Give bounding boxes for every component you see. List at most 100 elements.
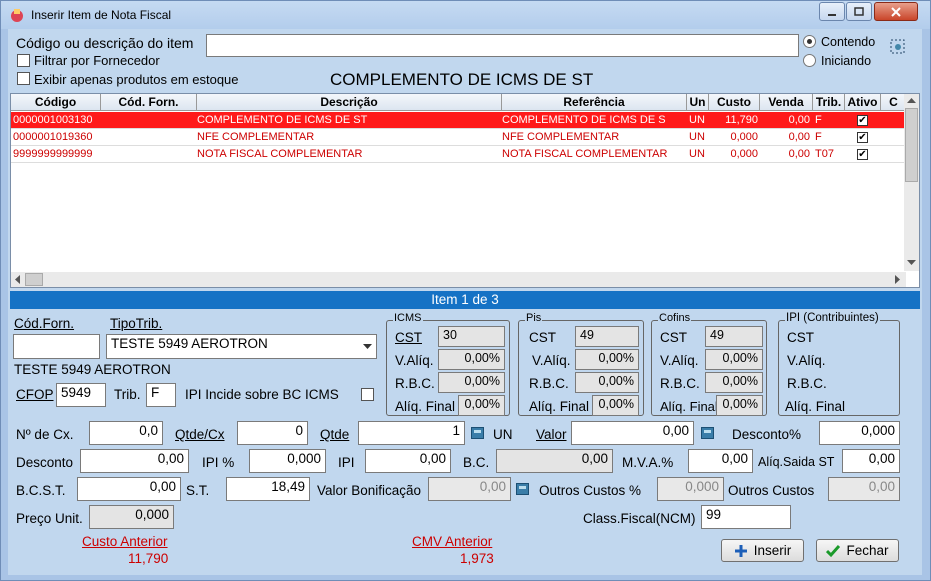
- col-header-venda[interactable]: Venda: [760, 94, 813, 111]
- icms-cst-input[interactable]: 30: [438, 326, 505, 347]
- search-label: Código ou descrição do item: [16, 35, 194, 51]
- pis-valiq-input[interactable]: 0,00%: [575, 349, 639, 370]
- ipi-pct-input[interactable]: 0,000: [249, 449, 326, 473]
- table-row[interactable]: 0000001003130 COMPLEMENTO DE ICMS DE ST …: [11, 112, 906, 129]
- selected-item-title: COMPLEMENTO DE ICMS DE ST: [330, 70, 594, 89]
- items-table[interactable]: Código Cód. Forn. Descrição Referência U…: [10, 93, 920, 288]
- col-header-custo[interactable]: Custo: [709, 94, 760, 111]
- search-input[interactable]: [206, 34, 799, 57]
- check-icon: [826, 544, 841, 557]
- minimize-button[interactable]: [819, 2, 845, 21]
- bcst-label: B.C.S.T.: [16, 483, 66, 498]
- col-header-un[interactable]: Un: [687, 94, 709, 111]
- cell-ativo-checkbox[interactable]: ✔: [857, 115, 868, 126]
- cofins-rbc-input[interactable]: 0,00%: [705, 372, 763, 393]
- qtde-unit: UN: [493, 427, 513, 442]
- filter-supplier-checkbox[interactable]: [17, 54, 30, 67]
- col-header-ativo[interactable]: Ativo: [845, 94, 881, 111]
- cofins-aliqfinal-input[interactable]: 0,00%: [716, 395, 763, 416]
- ipi-group: IPI (Contribuintes) CST V.Alíq. R.B.C. A…: [778, 312, 900, 416]
- ipi-group-title: IPI (Contribuintes): [785, 312, 880, 324]
- cofins-valiq-input[interactable]: 0,00%: [705, 349, 763, 370]
- ipi-input[interactable]: 0,00: [365, 449, 451, 473]
- cell-ativo-checkbox[interactable]: ✔: [857, 132, 868, 143]
- radio-contendo[interactable]: [803, 35, 816, 48]
- chevron-down-icon: [363, 344, 372, 349]
- table-row[interactable]: 0000001019360 NFE COMPLEMENTAR NFE COMPL…: [11, 129, 906, 146]
- col-header-referencia[interactable]: Referência: [502, 94, 687, 111]
- tipotrib-description: TESTE 5949 AEROTRON: [14, 362, 171, 377]
- col-header-descricao[interactable]: Descrição: [197, 94, 502, 111]
- bonificacao-calculator-icon[interactable]: [516, 483, 529, 495]
- aliq-saida-st-input[interactable]: 0,00: [842, 449, 900, 473]
- scroll-right-icon[interactable]: [894, 275, 901, 284]
- cell-venda: 0,00: [788, 114, 810, 126]
- ipi-incide-checkbox[interactable]: [361, 388, 374, 401]
- cod-forn-input[interactable]: [13, 334, 100, 359]
- valor-input[interactable]: 0,00: [571, 421, 694, 445]
- tipotrib-select[interactable]: TESTE 5949 AEROTRON: [106, 334, 377, 359]
- bcst-input[interactable]: 0,00: [77, 477, 181, 501]
- qtde-input[interactable]: 1: [358, 421, 465, 445]
- stock-only-checkbox[interactable]: [17, 72, 30, 85]
- fechar-button[interactable]: Fechar: [816, 539, 899, 562]
- ncm-input[interactable]: 99: [701, 505, 791, 529]
- horizontal-scroll-thumb[interactable]: [25, 273, 43, 286]
- icms-cst-label: CST: [395, 330, 422, 345]
- col-header-trib[interactable]: Trib.: [813, 94, 845, 111]
- qtde-calculator-icon[interactable]: [471, 427, 484, 439]
- ncx-input[interactable]: 0,0: [89, 421, 163, 445]
- st-input[interactable]: 18,49: [226, 477, 310, 501]
- pis-cst-label: CST: [529, 330, 556, 345]
- cell-un: UN: [689, 131, 705, 143]
- cfop-input[interactable]: 5949: [56, 383, 106, 407]
- mva-input[interactable]: 0,00: [688, 449, 753, 473]
- pis-cst-input[interactable]: 49: [575, 326, 639, 347]
- radio-contendo-label: Contendo: [821, 35, 876, 49]
- cfop-label: CFOP: [16, 387, 54, 402]
- desconto-pct-label: Desconto%: [732, 427, 802, 442]
- cell-codigo: 0000001003130: [13, 114, 93, 126]
- bonificacao-input[interactable]: 0,00: [428, 477, 511, 501]
- outros-custos-input[interactable]: 0,00: [828, 477, 900, 501]
- search-options-icon[interactable]: [888, 37, 908, 57]
- icms-group-title: ICMS: [393, 312, 423, 324]
- trib-input[interactable]: F: [146, 383, 176, 407]
- qtdecx-input[interactable]: 0: [237, 421, 308, 445]
- col-header-c[interactable]: C: [881, 94, 906, 111]
- icms-rbc-input[interactable]: 0,00%: [438, 372, 505, 393]
- vertical-scrollbar[interactable]: [904, 94, 919, 271]
- inserir-button[interactable]: Inserir: [721, 539, 804, 562]
- scroll-left-icon[interactable]: [14, 275, 21, 284]
- close-icon: [891, 6, 901, 17]
- close-button[interactable]: [874, 2, 918, 21]
- cell-un: UN: [689, 148, 705, 160]
- icms-valiq-label: V.Alíq.: [395, 353, 434, 368]
- icms-valiq-input[interactable]: 0,00%: [438, 349, 505, 370]
- horizontal-scrollbar[interactable]: [11, 272, 906, 287]
- ipi-label: IPI: [338, 455, 355, 470]
- col-header-codigo[interactable]: Código: [11, 94, 101, 111]
- scroll-down-icon[interactable]: [907, 259, 916, 266]
- cell-ativo-checkbox[interactable]: ✔: [857, 149, 868, 160]
- preco-unit-input[interactable]: 0,000: [89, 505, 174, 529]
- table-row[interactable]: 9999999999999 NOTA FISCAL COMPLEMENTAR N…: [11, 146, 906, 163]
- maximize-button[interactable]: [846, 2, 872, 21]
- cofins-cst-input[interactable]: 49: [705, 326, 763, 347]
- icms-aliqfinal-label: Alíq. Final: [395, 399, 456, 414]
- pis-aliqfinal-input[interactable]: 0,00%: [592, 395, 639, 416]
- desconto-pct-input[interactable]: 0,000: [819, 421, 900, 445]
- filter-supplier-label: Filtrar por Fornecedor: [34, 53, 160, 68]
- outros-custos-pct-input[interactable]: 0,000: [657, 477, 724, 501]
- vertical-scroll-thumb[interactable]: [905, 108, 918, 182]
- scroll-up-icon[interactable]: [907, 97, 916, 104]
- desconto-input[interactable]: 0,00: [80, 449, 189, 473]
- ipi-aliqfinal-label: Alíq. Final: [785, 399, 846, 414]
- col-header-cod-forn[interactable]: Cód. Forn.: [101, 94, 197, 111]
- icms-aliqfinal-input[interactable]: 0,00%: [458, 395, 505, 416]
- valor-calculator-icon[interactable]: [701, 427, 714, 439]
- pis-rbc-input[interactable]: 0,00%: [575, 372, 639, 393]
- bc-input[interactable]: 0,00: [496, 449, 613, 473]
- cell-custo: 0,000: [730, 131, 758, 143]
- radio-iniciando[interactable]: [803, 54, 816, 67]
